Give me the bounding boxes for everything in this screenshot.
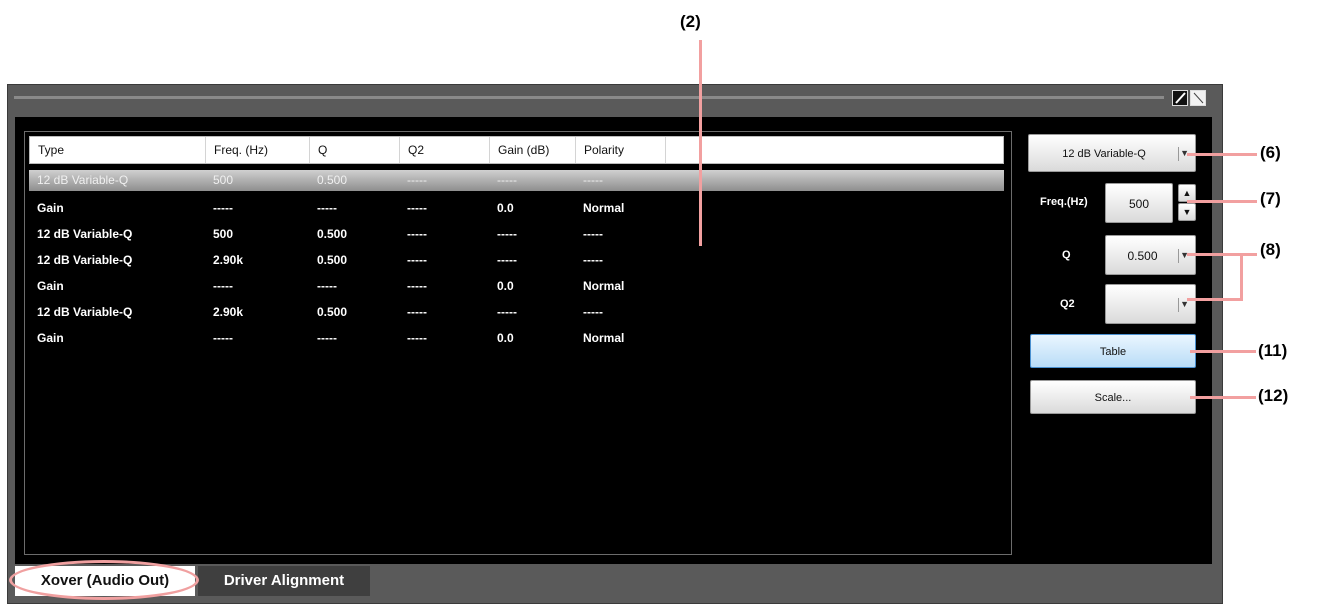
cell-type: Gain: [37, 201, 64, 215]
q-label: Q: [1062, 249, 1071, 261]
header-q2[interactable]: Q2: [400, 137, 490, 163]
freq-label: Freq.(Hz): [1040, 196, 1088, 208]
callout-12: (12): [1258, 386, 1289, 405]
cell-freq: 500: [213, 227, 234, 241]
filter-type-dropdown[interactable]: 12 dB Variable-Q ▼: [1028, 134, 1196, 172]
cell-q: -----: [317, 279, 337, 293]
cell-type: 12 dB Variable-Q: [37, 227, 133, 241]
cell-type: 12 dB Variable-Q: [37, 305, 133, 319]
cell-polarity: -----: [583, 227, 603, 241]
callout-6-line: [1187, 153, 1257, 156]
dropdown-separator: [1178, 249, 1179, 263]
table-row[interactable]: Gain ----- ----- ----- 0.0 Normal: [29, 328, 1004, 349]
cell-type: Gain: [37, 331, 64, 345]
dropdown-separator: [1178, 147, 1179, 161]
table-row[interactable]: Gain ----- ----- ----- 0.0 Normal: [29, 198, 1004, 219]
header-type[interactable]: Type: [30, 137, 206, 163]
callout-8-line-v: [1240, 253, 1243, 300]
cell-type: Gain: [37, 279, 64, 293]
callout-7: (7): [1260, 189, 1281, 208]
cell-polarity: Normal: [583, 201, 625, 215]
cell-q2: -----: [407, 305, 427, 319]
tab-highlight-ellipse: [9, 560, 199, 600]
callout-11-line: [1190, 350, 1256, 353]
q-dropdown[interactable]: 0.500 ▼: [1105, 235, 1196, 275]
callout-8-line-a: [1187, 253, 1257, 256]
cell-q: 0.500: [317, 173, 348, 187]
cell-q2: -----: [407, 279, 427, 293]
cell-gain: -----: [497, 227, 517, 241]
callout-6: (6): [1260, 143, 1281, 162]
table-row[interactable]: 12 dB Variable-Q 500 0.500 ----- ----- -…: [29, 170, 1004, 191]
cell-freq: 2.90k: [213, 305, 244, 319]
callout-2: (2): [680, 12, 701, 31]
cell-freq: -----: [213, 279, 233, 293]
cell-type: 12 dB Variable-Q: [37, 173, 129, 187]
cell-freq: -----: [213, 201, 233, 215]
dropdown-separator: [1178, 298, 1179, 312]
cell-q2: -----: [407, 253, 427, 267]
cell-polarity: -----: [583, 253, 603, 267]
cell-q: 0.500: [317, 227, 348, 241]
header-gain[interactable]: Gain (dB): [490, 137, 576, 163]
q2-label: Q2: [1060, 298, 1075, 310]
callout-8-line-b: [1187, 298, 1243, 301]
cell-gain: -----: [497, 305, 517, 319]
cell-gain: 0.0: [497, 331, 514, 345]
eraser-icon[interactable]: [1190, 90, 1206, 106]
cell-polarity: Normal: [583, 331, 625, 345]
table-row[interactable]: 12 dB Variable-Q 2.90k 0.500 ----- -----…: [29, 302, 1004, 323]
table-row[interactable]: 12 dB Variable-Q 2.90k 0.500 ----- -----…: [29, 250, 1004, 271]
freq-input[interactable]: 500: [1105, 183, 1173, 223]
pen-icon[interactable]: [1172, 90, 1188, 106]
scale-button[interactable]: Scale...: [1030, 380, 1196, 414]
cell-q: -----: [317, 331, 337, 345]
cell-gain: 0.0: [497, 201, 514, 215]
cell-q2: -----: [407, 201, 427, 215]
header-freq[interactable]: Freq. (Hz): [206, 137, 310, 163]
cell-gain: 0.0: [497, 279, 514, 293]
header-polarity[interactable]: Polarity: [576, 137, 666, 163]
cell-q2: -----: [407, 331, 427, 345]
cell-q: -----: [317, 201, 337, 215]
callout-11: (11): [1258, 341, 1288, 360]
cell-freq: 2.90k: [213, 253, 244, 267]
cell-q2: -----: [407, 227, 427, 241]
cell-freq: -----: [213, 331, 233, 345]
cell-q2: -----: [407, 173, 427, 187]
cell-gain: -----: [497, 173, 517, 187]
callout-2-line: [699, 40, 702, 246]
callout-8: (8): [1260, 240, 1281, 259]
table-header: Type Freq. (Hz) Q Q2 Gain (dB) Polarity: [29, 136, 1004, 164]
callout-12-line: [1190, 396, 1256, 399]
table-button[interactable]: Table: [1030, 334, 1196, 368]
filter-type-value: 12 dB Variable-Q: [1062, 148, 1146, 160]
tab-driver-alignment[interactable]: Driver Alignment: [198, 566, 370, 596]
cell-type: 12 dB Variable-Q: [37, 253, 133, 267]
cell-polarity: Normal: [583, 279, 625, 293]
cell-polarity: -----: [583, 173, 603, 187]
table-row[interactable]: Gain ----- ----- ----- 0.0 Normal: [29, 276, 1004, 297]
cell-q: 0.500: [317, 253, 348, 267]
table-row[interactable]: 12 dB Variable-Q 500 0.500 ----- ----- -…: [29, 224, 1004, 245]
cell-q: 0.500: [317, 305, 348, 319]
title-divider: [14, 96, 1164, 99]
dropdown-arrow-icon: ▼: [1180, 299, 1189, 309]
cell-freq: 500: [213, 173, 234, 187]
spin-down-icon[interactable]: ▼: [1178, 203, 1196, 221]
q2-dropdown[interactable]: ▼: [1105, 284, 1196, 324]
callout-7-line: [1187, 200, 1257, 203]
cell-polarity: -----: [583, 305, 603, 319]
q-value: 0.500: [1127, 249, 1158, 263]
cell-gain: -----: [497, 253, 517, 267]
header-q[interactable]: Q: [310, 137, 400, 163]
